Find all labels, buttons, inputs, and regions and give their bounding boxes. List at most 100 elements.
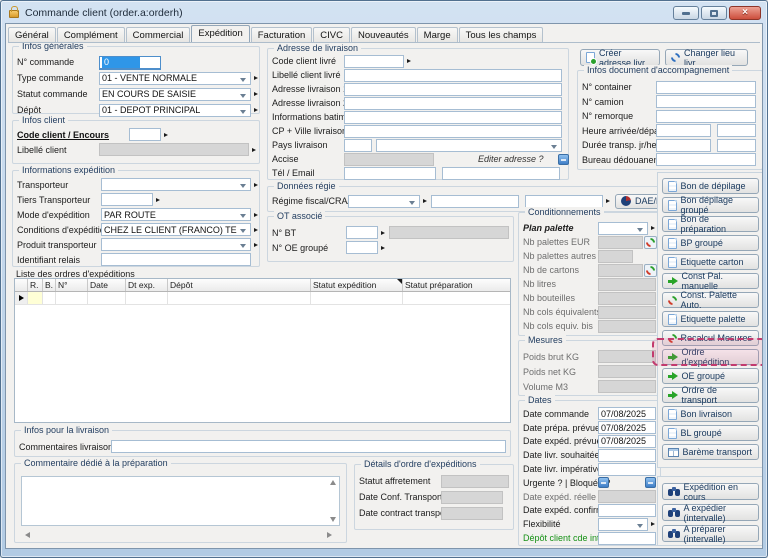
bureau-dedouanement-input[interactable] <box>656 153 756 166</box>
ordres-expedition-grid[interactable]: R. B. N° O.E.G. Date exp. p Dt exp. réel… <box>14 278 511 423</box>
date-livr-imperative-input[interactable] <box>598 463 656 476</box>
bon-depilage-groupe-button[interactable]: Bon dépilage groupé <box>662 197 759 213</box>
const-pal-manuelle-button[interactable]: Const Pal. manuelle <box>662 273 759 289</box>
adresse-livraison-2-input[interactable] <box>344 97 562 110</box>
duree-jr-input[interactable] <box>656 139 711 152</box>
num-container-input[interactable] <box>656 81 756 94</box>
field-marker-icon[interactable] <box>407 59 411 63</box>
dae-input[interactable] <box>525 195 603 208</box>
conditions-expedition-select[interactable]: CHEZ LE CLIENT (FRANCO) TEST IMP-FIN <box>101 223 251 236</box>
plan-palette-select[interactable] <box>598 222 648 235</box>
etiquette-carton-button[interactable]: Etiquette carton <box>662 254 759 270</box>
const-palette-auto-button[interactable]: Const. Palette Auto. <box>662 292 759 308</box>
tel-input[interactable] <box>344 167 436 180</box>
heure-arrivee-input[interactable] <box>656 124 711 137</box>
recalcul-mesures-button[interactable]: Recalcul Mesures <box>662 330 759 346</box>
grid-header-statut-preparation[interactable]: Statut préparation <box>403 279 510 291</box>
tab-commercial[interactable]: Commercial <box>126 27 191 42</box>
tab-nouveautes[interactable]: Nouveautés <box>351 27 416 42</box>
pays-code-input[interactable] <box>344 139 372 152</box>
field-marker-icon[interactable] <box>606 199 610 203</box>
bon-livraison-button[interactable]: Bon livraison <box>662 406 759 422</box>
recalc-cartons-button[interactable] <box>644 264 657 277</box>
cell-b[interactable] <box>43 292 56 304</box>
tab-expedition[interactable]: Expédition <box>191 25 249 42</box>
table-row[interactable] <box>15 292 510 305</box>
field-marker-icon[interactable] <box>254 213 258 217</box>
grid-header-depot[interactable]: Dépôt <box>168 279 311 291</box>
grid-header-oeg[interactable]: N° O.E.G. <box>56 279 88 291</box>
ordre-expedition-button[interactable]: Ordre d'expédition <box>662 349 759 365</box>
num-camion-input[interactable] <box>656 95 756 108</box>
field-marker-icon[interactable] <box>254 228 258 232</box>
cp-ville-input[interactable] <box>344 125 562 138</box>
grid-header-dt-exp-reel[interactable]: Dt exp. réel. <box>126 279 168 291</box>
cell-statut-expedition[interactable] <box>311 292 403 304</box>
cell-r[interactable] <box>28 292 43 304</box>
libelle-client-livre-input[interactable] <box>344 69 562 82</box>
creer-adresse-livr-button[interactable]: Créer adresse livr. <box>580 49 660 66</box>
scroll-down-icon[interactable] <box>330 517 336 522</box>
bloquee-toggle[interactable] <box>645 477 656 488</box>
tab-tous-les-champs[interactable]: Tous les champs <box>459 27 544 42</box>
cell-oeg[interactable] <box>56 292 88 304</box>
tiers-transporteur-input[interactable] <box>101 193 153 206</box>
date-prepa-prevue-input[interactable]: 07/08/2025 <box>598 421 656 434</box>
tab-civc[interactable]: CIVC <box>313 27 350 42</box>
grid-header-statut-expedition[interactable]: Statut expédition <box>311 279 403 291</box>
tab-marge[interactable]: Marge <box>417 27 458 42</box>
mode-expedition-select[interactable]: PAR ROUTE <box>101 208 251 221</box>
code-client-livre-input[interactable] <box>344 55 404 68</box>
date-exped-prevue-input[interactable]: 07/08/2025 <box>598 435 656 448</box>
tab-complement[interactable]: Complément <box>57 27 125 42</box>
tab-facturation[interactable]: Facturation <box>251 27 313 42</box>
flexibilite-select[interactable] <box>598 518 648 531</box>
field-marker-icon[interactable] <box>423 199 427 203</box>
close-button[interactable]: × <box>729 6 761 20</box>
bp-groupe-button[interactable]: BP groupé <box>662 235 759 251</box>
cell-statut-preparation[interactable] <box>403 292 510 304</box>
adresse-livraison-1-input[interactable] <box>344 83 562 96</box>
commentaires-livraison-input[interactable] <box>111 440 506 453</box>
tab-general[interactable]: Général <box>8 27 56 42</box>
bon-de-depilage-button[interactable]: Bon de dépilage <box>662 178 759 194</box>
scroll-right-icon[interactable] <box>327 532 332 538</box>
field-marker-icon[interactable] <box>651 522 655 526</box>
bon-de-preparation-button[interactable]: Bon de préparation <box>662 216 759 232</box>
changer-lieu-livr-button[interactable]: Changer lieu livr. <box>665 49 748 66</box>
regime-fiscal-select[interactable] <box>348 195 420 208</box>
oe-groupe-button[interactable]: OE groupé <box>662 368 759 384</box>
grid-header-date-exp[interactable]: Date exp. p <box>88 279 126 291</box>
date-exped-confirm-input[interactable] <box>598 504 656 517</box>
cell-dt-exp-reel[interactable] <box>126 292 168 304</box>
grid-header-b[interactable]: B. <box>43 279 56 291</box>
cell-depot[interactable] <box>168 292 311 304</box>
duree-heure-input[interactable] <box>717 139 756 152</box>
expedition-en-cours-button[interactable]: Expédition en cours <box>662 483 759 500</box>
a-preparer-intervalle-button[interactable]: A préparer (intervalle) <box>662 525 759 542</box>
field-marker-icon[interactable] <box>254 76 258 80</box>
type-commande-select[interactable]: 01 - VENTE NORMALE <box>99 72 251 85</box>
urgente-toggle[interactable] <box>598 477 609 488</box>
maximize-button[interactable] <box>701 6 727 20</box>
commentaire-preparation-textarea[interactable] <box>21 476 340 526</box>
num-oe-groupe-input[interactable] <box>346 241 378 254</box>
depot-client-interne-input[interactable] <box>598 532 656 545</box>
pays-livraison-select[interactable] <box>376 139 562 152</box>
field-marker-icon[interactable] <box>254 243 258 247</box>
field-marker-icon[interactable] <box>651 226 655 230</box>
field-marker-icon[interactable] <box>254 108 258 112</box>
field-marker-icon[interactable] <box>156 198 160 202</box>
bl-groupe-button[interactable]: BL groupé <box>662 425 759 441</box>
num-remorque-input[interactable] <box>656 110 756 123</box>
code-client-input[interactable] <box>129 128 161 141</box>
cra-input[interactable] <box>431 195 519 208</box>
num-bt-input[interactable] <box>346 226 378 239</box>
num-commande-input[interactable]: 0 <box>99 56 161 69</box>
field-marker-icon[interactable] <box>254 92 258 96</box>
scroll-up-icon[interactable] <box>330 480 336 485</box>
field-marker-icon[interactable] <box>252 148 256 152</box>
ordre-de-transport-button[interactable]: Ordre de transport <box>662 387 759 403</box>
produit-transporteur-select[interactable] <box>101 238 251 251</box>
transporteur-select[interactable] <box>101 178 251 191</box>
